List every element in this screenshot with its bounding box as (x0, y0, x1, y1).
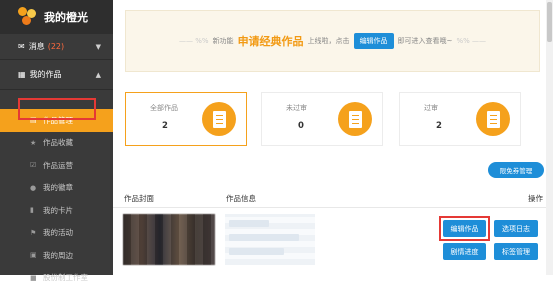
sidebar-item-label: 作品收藏 (43, 137, 73, 148)
stat-value: 2 (436, 121, 442, 131)
option-log-button[interactable]: 选项日志 (494, 220, 538, 237)
document-icon (338, 102, 372, 136)
sidebar: 我的橙光 ✉ 消息 (22) ▼ ▦ 我的作品 ▲ ▤ 作品管理 ★ 作品收藏 … (0, 0, 113, 275)
logo-bar: 我的橙光 (0, 0, 113, 34)
stat-value: 2 (162, 121, 168, 131)
document-icon (476, 102, 510, 136)
story-progress-button[interactable]: 剧情进度 (443, 243, 486, 260)
sidebar-my-works[interactable]: ▦ 我的作品 ▲ (0, 60, 113, 90)
chevron-up-icon: ▲ (96, 71, 101, 79)
banner-new-feature: 新功能 (213, 36, 234, 46)
document-icon (202, 102, 236, 136)
badge-icon: ● (30, 184, 40, 192)
table-header: 作品封面 作品信息 操作 (113, 190, 553, 208)
sidebar-item-activities[interactable]: ⚑ 我的活动 (0, 222, 113, 245)
stat-label: 未过审 (286, 103, 307, 113)
stat-card-approved[interactable]: 过审 2 (399, 92, 521, 146)
messages-count: (22) (48, 42, 64, 51)
messages-label: 消息 (29, 41, 45, 52)
active-item-highlight (18, 98, 96, 120)
stat-label: 全部作品 (150, 103, 178, 113)
star-icon: ★ (30, 139, 40, 147)
sidebar-item-works-operation[interactable]: ☑ 作品运营 (0, 154, 113, 177)
header-ops: 操作 (528, 193, 543, 204)
sidebar-item-label: 作品运营 (43, 160, 73, 171)
logo-icon (18, 7, 38, 27)
edit-button-highlight (439, 216, 490, 241)
sidebar-item-label: 我的活动 (43, 227, 73, 238)
sidebar-item-label: 我的周边 (43, 250, 73, 261)
banner-title: 申请经典作品 (238, 33, 304, 49)
feature-banner: —— %% 新功能 申请经典作品 上线啦，点击 编辑作品 即可进入查看哦~ %%… (125, 10, 540, 72)
logo-text: 我的橙光 (44, 9, 88, 25)
scrollbar[interactable] (546, 0, 553, 275)
stat-card-rejected[interactable]: 未过审 0 (261, 92, 383, 146)
sidebar-item-studio[interactable]: ■ 股份制工作室 (0, 267, 113, 289)
sidebar-item-cards[interactable]: ▮ 我的卡片 (0, 199, 113, 222)
work-cover-overlay (123, 214, 215, 265)
checkbox-icon: ☑ (30, 161, 40, 169)
sidebar-item-label: 股份制工作室 (43, 272, 88, 283)
banner-decoration-left: —— %% (179, 37, 209, 45)
header-info: 作品信息 (226, 193, 256, 204)
banner-text-after: 即可进入查看哦~ (398, 36, 453, 46)
banner-decoration-right: %% —— (456, 37, 486, 45)
sidebar-item-works-favorites[interactable]: ★ 作品收藏 (0, 132, 113, 155)
sidebar-messages[interactable]: ✉ 消息 (22) ▼ (0, 34, 113, 60)
stat-value: 0 (298, 121, 304, 131)
stat-label: 过审 (424, 103, 438, 113)
main-content: —— %% 新功能 申请经典作品 上线啦，点击 编辑作品 即可进入查看哦~ %%… (113, 0, 553, 275)
chevron-down-icon: ▼ (96, 43, 101, 51)
merch-icon: ▣ (30, 251, 40, 259)
scrollbar-thumb[interactable] (547, 2, 552, 42)
chat-icon: ✉ (18, 42, 25, 51)
card-icon: ▮ (30, 206, 40, 214)
banner-edit-button[interactable]: 编辑作品 (354, 33, 394, 49)
sidebar-item-label: 我的徽章 (43, 182, 73, 193)
my-works-label: 我的作品 (30, 69, 62, 80)
coupon-manage-button[interactable]: 限免券管理 (488, 162, 544, 178)
stat-card-all[interactable]: 全部作品 2 (125, 92, 247, 146)
activity-icon: ⚑ (30, 229, 40, 237)
banner-text-online: 上线啦，点击 (308, 36, 350, 46)
works-icon: ▦ (18, 70, 26, 79)
header-cover: 作品封面 (124, 193, 154, 204)
work-info-blurred (225, 214, 315, 265)
sidebar-item-merch[interactable]: ▣ 我的周边 (0, 244, 113, 267)
sidebar-item-badges[interactable]: ● 我的徽章 (0, 177, 113, 200)
tag-manage-button[interactable]: 标签管理 (494, 243, 538, 260)
sidebar-item-label: 我的卡片 (43, 205, 73, 216)
